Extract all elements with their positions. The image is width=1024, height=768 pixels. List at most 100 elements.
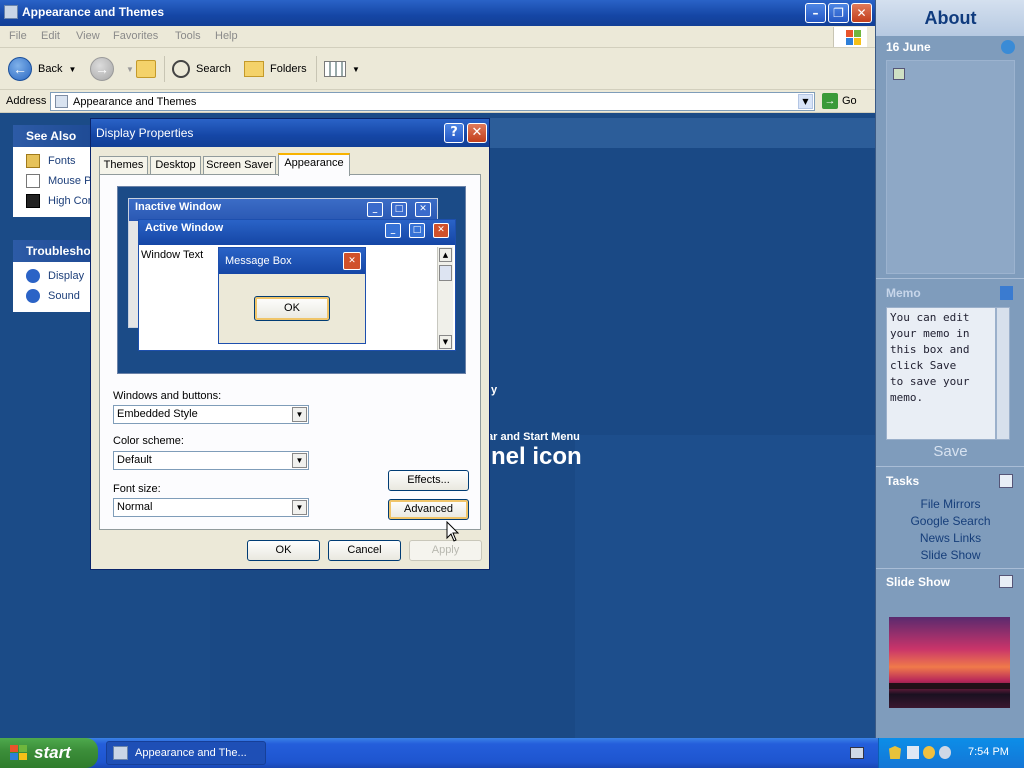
color-scheme-label: Color scheme: <box>113 435 184 447</box>
task-slide-show[interactable]: Slide Show <box>876 548 1024 562</box>
tasks-icon <box>999 474 1013 488</box>
search-button[interactable]: Search <box>172 56 231 82</box>
volume-icon[interactable] <box>939 746 951 759</box>
chevron-down-icon[interactable]: ▼ <box>68 65 76 74</box>
save-memo-button[interactable]: Save <box>876 443 1024 460</box>
menu-edit[interactable]: Edit <box>41 30 60 42</box>
dialog-titlebar[interactable]: Display Properties ? ✕ <box>91 119 489 147</box>
help-button[interactable]: ? <box>444 123 464 143</box>
windows-flag-icon <box>10 745 28 761</box>
keyboard-icon[interactable] <box>850 747 864 759</box>
maximize-icon: □ <box>409 223 425 238</box>
menu-file[interactable]: File <box>9 30 27 42</box>
pick-control-panel-heading: nel icon <box>491 443 582 470</box>
tab-appearance[interactable]: Appearance <box>278 153 350 176</box>
see-also-fonts[interactable]: Fonts <box>13 151 95 171</box>
effects-button[interactable]: Effects... <box>388 470 469 491</box>
maximize-button[interactable]: ❐ <box>828 3 849 23</box>
clock[interactable]: 7:54 PM <box>968 746 1009 758</box>
high-contrast-icon <box>26 194 40 208</box>
close-icon: ✕ <box>433 223 449 238</box>
background-graphic <box>575 435 875 738</box>
back-button[interactable]: ← Back ▼ <box>8 56 76 82</box>
troubleshoot-sound[interactable]: Sound <box>13 286 95 306</box>
message-box-title: Message Box <box>225 255 292 267</box>
taskbar-start-menu-link[interactable]: ar and Start Menu <box>487 431 580 443</box>
minimize-button[interactable]: – <box>805 3 826 23</box>
views-button[interactable]: ▼ <box>324 56 360 82</box>
dialog-close-button[interactable]: ✕ <box>467 123 487 143</box>
task-file-mirrors[interactable]: File Mirrors <box>876 497 1024 511</box>
taskbar-item-appearance[interactable]: Appearance and The... <box>106 741 266 765</box>
security-shield-icon[interactable] <box>889 746 901 759</box>
see-also-high-contrast[interactable]: High Cor <box>13 191 95 211</box>
go-button[interactable]: → Go <box>822 93 857 109</box>
minimize-icon: _ <box>367 202 383 217</box>
address-input[interactable]: Appearance and Themes ▼ <box>50 92 815 111</box>
ok-button[interactable]: OK <box>247 540 320 561</box>
chevron-down-icon: ▼ <box>352 64 360 74</box>
sunset-slideshow-image[interactable] <box>889 617 1010 708</box>
slideshow-header: Slide Show <box>876 575 1024 589</box>
explorer-titlebar[interactable]: Appearance and Themes – ❐ ✕ <box>0 0 875 26</box>
color-scheme-select[interactable]: Default ▼ <box>113 451 309 470</box>
see-also-mouse-pointers[interactable]: Mouse P <box>13 171 95 191</box>
control-panel-icon <box>4 5 18 19</box>
font-size-select[interactable]: Normal ▼ <box>113 498 309 517</box>
close-button[interactable]: ✕ <box>851 3 872 23</box>
close-icon: ✕ <box>415 202 431 217</box>
task-link-fragment[interactable]: y <box>491 384 497 396</box>
see-also-title: See Also <box>13 125 95 147</box>
chevron-down-icon[interactable]: ▼ <box>292 453 307 468</box>
memo-title: Memo <box>886 286 921 300</box>
menu-view[interactable]: View <box>76 30 100 42</box>
appearance-tab-panel: Inactive Window _ □ ✕ Active Window _ □ … <box>99 174 481 530</box>
chevron-down-icon[interactable]: ▼ <box>292 407 307 422</box>
memo-textarea[interactable]: You can edit your memo in this box and c… <box>886 307 996 440</box>
views-icon <box>324 61 346 77</box>
minimize-icon: _ <box>385 223 401 238</box>
folders-button[interactable]: Folders <box>244 56 307 82</box>
menu-tools[interactable]: Tools <box>175 30 201 42</box>
tasks-title: Tasks <box>886 474 920 488</box>
chevron-down-icon[interactable]: ▼ <box>292 500 307 515</box>
advanced-button[interactable]: Advanced <box>388 499 469 520</box>
network-icon[interactable] <box>907 746 919 759</box>
forward-arrow-icon: → <box>90 57 114 81</box>
message-ok-button: OK <box>254 296 330 321</box>
address-dropdown-button[interactable]: ▼ <box>798 94 813 109</box>
memo-header: Memo <box>876 286 1024 300</box>
menu-favorites[interactable]: Favorites <box>113 30 158 42</box>
tab-themes[interactable]: Themes <box>99 156 148 175</box>
see-also-panel: See Also Fonts Mouse P High Cor <box>13 125 95 217</box>
sidebar-divider <box>876 568 1024 569</box>
cancel-button[interactable]: Cancel <box>328 540 401 561</box>
window-text-sample: Window Text <box>141 249 204 261</box>
close-icon: ✕ <box>343 252 361 270</box>
calendar-box <box>886 60 1015 274</box>
start-button[interactable]: start <box>0 738 98 768</box>
memo-scrollbar[interactable] <box>996 307 1010 440</box>
folders-icon <box>244 61 264 77</box>
scroll-up-icon: ▲ <box>439 248 452 262</box>
task-news-links[interactable]: News Links <box>876 531 1024 545</box>
tab-desktop[interactable]: Desktop <box>150 156 201 175</box>
scroll-down-icon: ▼ <box>439 335 452 349</box>
sidebar-divider <box>876 466 1024 467</box>
up-folder-icon <box>136 60 156 78</box>
troubleshoot-display[interactable]: Display <box>13 266 95 286</box>
tasks-header: Tasks <box>876 474 1024 488</box>
search-tray-icon[interactable] <box>923 746 935 759</box>
globe-icon[interactable] <box>1001 40 1015 54</box>
menu-help[interactable]: Help <box>215 30 238 42</box>
menu-bar: File Edit View Favorites Tools Help <box>0 26 875 48</box>
task-google-search[interactable]: Google Search <box>876 514 1024 528</box>
inactive-window-title: Inactive Window <box>135 201 222 213</box>
tab-screen-saver[interactable]: Screen Saver <box>203 156 276 175</box>
scroll-thumb <box>439 265 452 281</box>
up-folder-button[interactable] <box>136 56 156 82</box>
appearance-preview: Inactive Window _ □ ✕ Active Window _ □ … <box>117 186 466 374</box>
taskbar: start Appearance and The... 7:54 PM <box>0 738 1024 768</box>
forward-button[interactable]: → ▼ <box>90 56 134 82</box>
windows-buttons-select[interactable]: Embedded Style ▼ <box>113 405 309 424</box>
